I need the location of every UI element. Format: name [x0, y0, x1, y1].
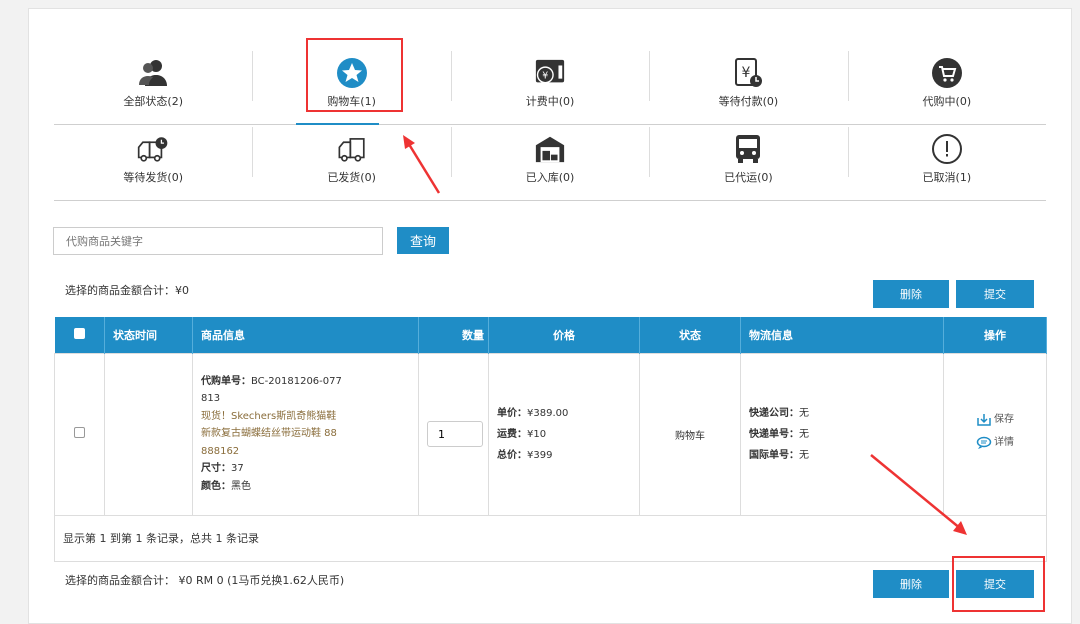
cart-icon: [931, 57, 963, 89]
header-status: 状态: [639, 317, 741, 353]
header-operations: 操作: [943, 317, 1047, 353]
size-value: 37: [231, 463, 244, 475]
save-link[interactable]: 保存: [976, 411, 1014, 429]
select-all-cell[interactable]: [54, 317, 105, 353]
tab-label: 已取消(1): [922, 170, 972, 184]
order-no-label: 代购单号：: [201, 375, 251, 387]
row-select-cell: [54, 352, 105, 516]
product-title-line-2[interactable]: 新款复古蝴蝶结丝带运动鞋 88: [201, 425, 418, 443]
highlight-box-cart-tab: [306, 38, 403, 112]
tab-in-warehouse[interactable]: 已入库(0): [450, 117, 649, 200]
highlight-box-submit: [952, 556, 1045, 612]
shipping-fee: ¥10: [527, 428, 547, 440]
header-status-time: 状态时间: [104, 317, 193, 353]
status-tabs-row-1: 全部状态(2) 购物车(1) ¥ 计费中(0) ¥ 等待付款(0) 代购中(0): [54, 41, 1046, 125]
price-cell: 单价：¥389.00 运费：¥10 总价：¥399: [488, 352, 640, 516]
save-icon: [977, 414, 991, 426]
order-no: BC-20181206-077: [251, 375, 342, 387]
tab-cancelled[interactable]: 已取消(1): [847, 117, 1046, 200]
tab-label: 代购中(0): [922, 94, 972, 108]
header-price: 价格: [488, 317, 640, 353]
courier-label: 快递公司：: [749, 407, 799, 419]
users-icon: [137, 57, 169, 89]
unit-price: ¥389.00: [527, 407, 569, 419]
total-price: ¥399: [527, 449, 553, 461]
size-label: 尺寸：: [201, 463, 231, 475]
quantity-cell: [418, 352, 489, 516]
main-panel: 全部状态(2) 购物车(1) ¥ 计费中(0) ¥ 等待付款(0) 代购中(0)…: [28, 8, 1072, 624]
selected-total-top: 选择的商品金额合计：¥0: [65, 284, 189, 297]
chat-bubble-icon: [976, 436, 992, 449]
search-input[interactable]: [53, 227, 383, 255]
color-value: 黑色: [231, 480, 251, 492]
header-logistics: 物流信息: [740, 317, 944, 353]
tab-label: 等待发货(0): [123, 170, 183, 184]
delete-button-bottom[interactable]: 删除: [873, 570, 949, 598]
order-no-cont: 813: [201, 393, 221, 405]
detail-link[interactable]: 详情: [976, 434, 1014, 452]
tab-forwarded[interactable]: 已代运(0): [649, 117, 847, 200]
product-title-line-1[interactable]: 现货！Skechers斯凯奇熊猫鞋: [201, 408, 418, 426]
tab-label: 全部状态(2): [123, 94, 183, 108]
row-status-time: [104, 352, 193, 516]
tab-all-status[interactable]: 全部状态(2): [54, 41, 252, 124]
select-all-checkbox[interactable]: [73, 327, 85, 339]
submit-button-top[interactable]: 提交: [956, 280, 1034, 308]
bus-icon: [732, 133, 764, 165]
save-label: 保存: [994, 414, 1014, 425]
tracking-label: 快递单号：: [749, 428, 799, 440]
truck-icon: [336, 133, 368, 165]
alert-circle-icon: [931, 133, 963, 165]
tracking-value: 无: [799, 428, 809, 440]
delete-button-top[interactable]: 删除: [873, 280, 949, 308]
product-title-line-3[interactable]: 888162: [201, 443, 418, 461]
yen-clock-icon: ¥: [732, 57, 764, 89]
tab-label: 计费中(0): [525, 94, 575, 108]
unit-price-label: 单价：: [497, 407, 527, 419]
tab-label: 等待付款(0): [718, 94, 779, 108]
total-label: 总价：: [497, 449, 527, 461]
intl-value: 无: [799, 449, 809, 461]
product-info-cell: 代购单号：BC-20181206-077 813 现货！Skechers斯凯奇熊…: [192, 352, 419, 516]
status-cell: 购物车: [639, 352, 741, 516]
warehouse-icon: [534, 133, 566, 165]
tab-awaiting-shipment[interactable]: 等待发货(0): [54, 117, 252, 200]
tab-awaiting-payment[interactable]: ¥ 等待付款(0): [649, 41, 847, 124]
intl-label: 国际单号：: [749, 449, 799, 461]
color-label: 颜色：: [201, 480, 231, 492]
search-button[interactable]: 查询: [397, 227, 449, 254]
tab-label: 已代运(0): [724, 170, 773, 184]
selected-total-bottom: 选择的商品金额合计： ¥0 RM 0 (1马币兑换1.62人民币): [65, 574, 345, 587]
header-quantity: 数量: [418, 317, 489, 353]
annotation-arrow-down: [870, 454, 967, 535]
header-product-info: 商品信息: [192, 317, 419, 353]
annotation-arrow-up: [403, 135, 441, 194]
table-header-row: 状态时间 商品信息 数量 价格 状态 物流信息 操作: [54, 317, 1047, 353]
status-tabs-row-2: 等待发货(0) 已发货(0) 已入库(0) 已代运(0) 已取消(1): [54, 117, 1046, 201]
svg-text:¥: ¥: [542, 70, 548, 81]
shipping-label: 运费：: [497, 428, 527, 440]
tab-purchasing[interactable]: 代购中(0): [847, 41, 1046, 124]
tab-label: 已发货(0): [327, 170, 376, 184]
courier-value: 无: [799, 407, 809, 419]
truck-clock-icon: [137, 133, 169, 165]
billing-icon: ¥: [534, 57, 566, 89]
svg-text:¥: ¥: [742, 65, 751, 81]
row-checkbox[interactable]: [74, 427, 85, 438]
quantity-input[interactable]: [427, 421, 483, 447]
tab-billing[interactable]: ¥ 计费中(0): [450, 41, 649, 124]
tab-label: 已入库(0): [525, 170, 575, 184]
detail-label: 详情: [994, 437, 1014, 448]
